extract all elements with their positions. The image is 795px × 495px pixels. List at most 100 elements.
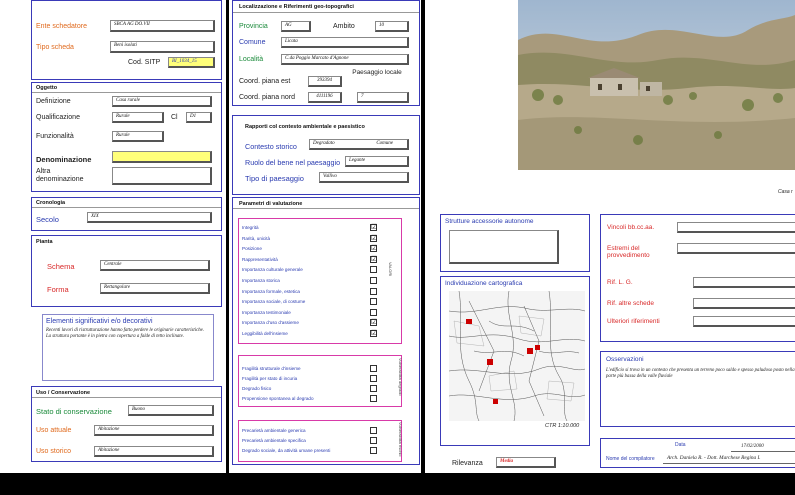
param-checkbox[interactable] bbox=[370, 447, 377, 454]
vincoli-section: Vincoli bb.cc.aa. Estremi del provvedime… bbox=[600, 214, 795, 342]
param-label: Fragilità per stato di incuria bbox=[242, 376, 298, 381]
param-label: Precarietà ambientale specifica bbox=[242, 438, 306, 443]
elementi-section: Elementi significativi e/o decorativi Re… bbox=[42, 314, 214, 381]
rapporti-header: Rapporti col contesto ambientale e paesi… bbox=[245, 124, 365, 130]
param-checkbox[interactable] bbox=[370, 365, 377, 372]
localizzazione-header: Localizzazione e Riferimenti geo-topogra… bbox=[239, 4, 354, 10]
strutture-section: Strutture accessorie autonome bbox=[440, 214, 590, 272]
paesaggio-label: Paesaggio locale bbox=[352, 69, 402, 76]
contesto-value2: Comune bbox=[376, 141, 393, 146]
definizione-field[interactable]: Casa rurale bbox=[112, 96, 212, 107]
uso-header: Uso / Conservazione bbox=[36, 390, 91, 396]
ulteriori-label: Ulteriori riferimenti bbox=[607, 318, 660, 325]
cartografia-section: Individuazione cartografica CTR 1:10.000 bbox=[440, 276, 590, 446]
stato-field[interactable]: Buono bbox=[128, 405, 214, 416]
ente-label: Ente schedatore bbox=[36, 23, 87, 30]
rapporti-section: Rapporti col contesto ambientale e paesi… bbox=[232, 115, 420, 195]
param-label: Rarità, unicità bbox=[242, 235, 271, 241]
altra-denominazione-field[interactable] bbox=[112, 167, 212, 185]
coord-est-field[interactable]: 393394 bbox=[308, 76, 342, 87]
param-checkbox[interactable]: ☑ bbox=[370, 234, 377, 242]
param-checkbox[interactable] bbox=[370, 385, 377, 392]
valori-side-label: VALORI bbox=[388, 262, 393, 277]
param-label: Fragilità strutturale d'insieme bbox=[242, 366, 301, 371]
uso-attuale-label: Uso attuale bbox=[36, 427, 72, 434]
paesaggio-field[interactable]: 7 bbox=[357, 92, 409, 103]
compilatore-label: Nome del compilatore bbox=[606, 456, 655, 462]
degrado-side-label: Vulnerabilità degrado bbox=[398, 358, 403, 396]
cod-sitp-label: Cod. SITP bbox=[128, 59, 161, 66]
param-checkbox[interactable] bbox=[370, 375, 377, 382]
rischio-side-label: Vulnerabilità rischio bbox=[398, 422, 403, 457]
uso-attuale-field[interactable]: Abitazione bbox=[94, 425, 214, 436]
vincoli-field[interactable] bbox=[677, 222, 795, 233]
tipo-paesaggio-label: Tipo di paesaggio bbox=[245, 174, 304, 183]
prg-field[interactable] bbox=[693, 277, 795, 288]
denominazione-field[interactable] bbox=[112, 151, 212, 163]
cod-sitp-field[interactable]: BI_1034_15 bbox=[168, 57, 215, 68]
secolo-field[interactable]: XIX bbox=[87, 212, 212, 223]
param-checkbox[interactable] bbox=[370, 427, 377, 434]
coord-est-label: Coord. piana est bbox=[239, 78, 291, 85]
ambito-label: Ambito bbox=[333, 23, 355, 30]
estremi-field[interactable] bbox=[677, 243, 795, 254]
coord-nord-label: Coord. piana nord bbox=[239, 94, 296, 101]
param-checkbox[interactable] bbox=[370, 287, 377, 295]
param-checkbox[interactable]: ☑ bbox=[370, 224, 377, 231]
param-checkbox[interactable]: ☑ bbox=[370, 255, 377, 263]
param-checkbox[interactable] bbox=[370, 277, 377, 284]
contesto-field[interactable]: Degradato Comune bbox=[309, 139, 409, 150]
localita-label: Località bbox=[239, 56, 264, 63]
ambito-field[interactable]: 10 bbox=[375, 21, 409, 32]
param-checkbox[interactable]: ☑ bbox=[370, 330, 377, 337]
funzionalita-label: Funzionalità bbox=[36, 133, 74, 140]
altre-schede-field[interactable] bbox=[693, 298, 795, 309]
stato-label: Stato di conservazione bbox=[36, 407, 112, 416]
param-checkbox[interactable] bbox=[370, 298, 377, 306]
funzionalita-field[interactable]: Rurale bbox=[112, 131, 164, 142]
param-label: Posizione bbox=[242, 246, 262, 252]
cl-field[interactable]: D1 bbox=[186, 112, 212, 123]
param-checkbox[interactable] bbox=[370, 395, 377, 402]
definizione-label: Definizione bbox=[36, 98, 71, 105]
elementi-label: Elementi significativi e/o decorativi bbox=[46, 318, 153, 325]
param-checkbox[interactable] bbox=[370, 437, 377, 444]
param-label: Integrità bbox=[242, 225, 259, 230]
vincoli-label: Vincoli bb.cc.aa. bbox=[607, 224, 655, 231]
strutture-field[interactable] bbox=[449, 230, 559, 264]
localita-field[interactable]: C.da Poggio Marcato d'Agnone bbox=[281, 54, 409, 65]
param-label: Importanza formale, estetica bbox=[242, 288, 300, 294]
ruolo-field[interactable]: Legante bbox=[345, 156, 409, 167]
pianta-section: Pianta Schema Centrale Forma Rettangolar… bbox=[31, 235, 222, 307]
qualificazione-field[interactable]: Rurale bbox=[112, 112, 164, 123]
param-label: Importanza sociale, di costume bbox=[242, 299, 306, 305]
comune-field[interactable]: Licata bbox=[281, 37, 409, 48]
osservazioni-text: L'edificio si trova in un contesto che p… bbox=[606, 368, 795, 379]
ruolo-label: Ruolo del bene nel paesaggio bbox=[245, 158, 341, 167]
tipo-paesaggio-field[interactable]: Vallivo bbox=[319, 172, 409, 183]
uso-storico-field[interactable]: Abitazione bbox=[94, 446, 214, 457]
schema-field[interactable]: Centrale bbox=[100, 260, 210, 271]
tipo-scheda-label: Tipo scheda bbox=[36, 44, 74, 51]
ente-field[interactable]: SBCA AG DO.VII bbox=[110, 20, 215, 32]
rilevanza-field[interactable]: Media bbox=[496, 457, 556, 468]
oggetto-section: Oggetto Definizione Casa rurale Qualific… bbox=[31, 82, 222, 192]
altra-denominazione-label: Altra denominazione bbox=[36, 168, 84, 183]
altre-schede-label: Rif. altre schede bbox=[607, 300, 654, 307]
coord-nord-field[interactable]: 4111196 bbox=[308, 92, 342, 103]
provincia-field[interactable]: AG bbox=[281, 21, 311, 32]
param-checkbox[interactable]: ☑ bbox=[370, 245, 377, 253]
forma-field[interactable]: Rettangolare bbox=[100, 283, 210, 294]
param-checkbox[interactable] bbox=[370, 308, 377, 316]
ulteriori-field[interactable] bbox=[693, 316, 795, 327]
tipo-scheda-field[interactable]: Beni isolati bbox=[110, 41, 215, 53]
comune-label: Comune bbox=[239, 39, 266, 46]
param-label: Importanza culturale generale bbox=[242, 267, 303, 273]
data-label: Data bbox=[675, 442, 686, 448]
data-value: 17/02/2000 bbox=[741, 444, 764, 449]
param-checkbox[interactable]: ☑ bbox=[370, 319, 377, 327]
schema-label: Schema bbox=[47, 262, 75, 271]
estremi-label: Estremi del provvedimento bbox=[607, 245, 650, 259]
param-checkbox[interactable] bbox=[370, 266, 377, 274]
param-label: Rappresentatività bbox=[242, 256, 278, 262]
